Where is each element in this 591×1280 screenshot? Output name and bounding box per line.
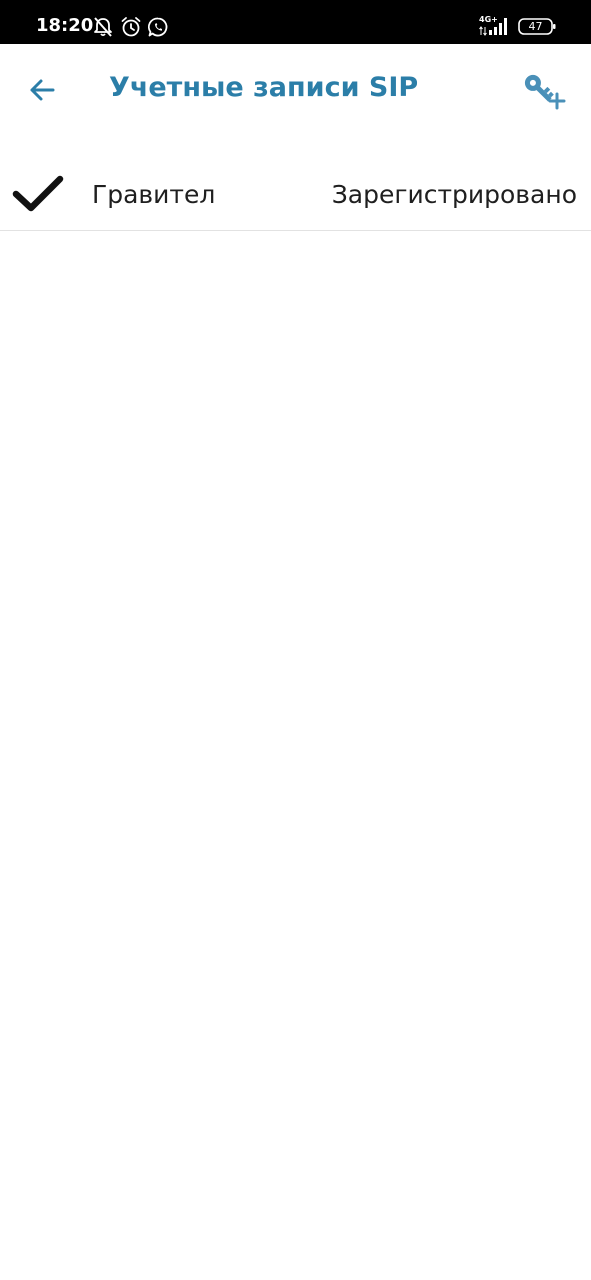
whatsapp-icon (147, 17, 168, 37)
add-account-button[interactable] (522, 62, 578, 118)
account-list: Гравител Зарегистрировано (0, 160, 591, 231)
status-time: 18:20 (36, 15, 94, 36)
arrow-left-icon (30, 79, 55, 101)
account-name: Гравител (92, 180, 216, 209)
key-plus-icon (524, 74, 566, 110)
bell-off-icon (94, 17, 112, 37)
page-title: Учетные записи SIP (109, 72, 419, 103)
app-bar: Учетные записи SIP (0, 44, 591, 132)
status-bar: 18:20 4G+ 47 (0, 0, 591, 44)
account-row[interactable]: Гравител Зарегистрировано (0, 160, 591, 231)
alarm-clock-icon (121, 17, 141, 37)
check-icon (12, 175, 64, 212)
back-button[interactable] (18, 66, 66, 114)
signal-icon (489, 18, 507, 35)
battery-level: 47 (528, 20, 543, 33)
data-arrows-icon (479, 26, 487, 36)
account-status: Зарегистрировано (331, 180, 577, 209)
